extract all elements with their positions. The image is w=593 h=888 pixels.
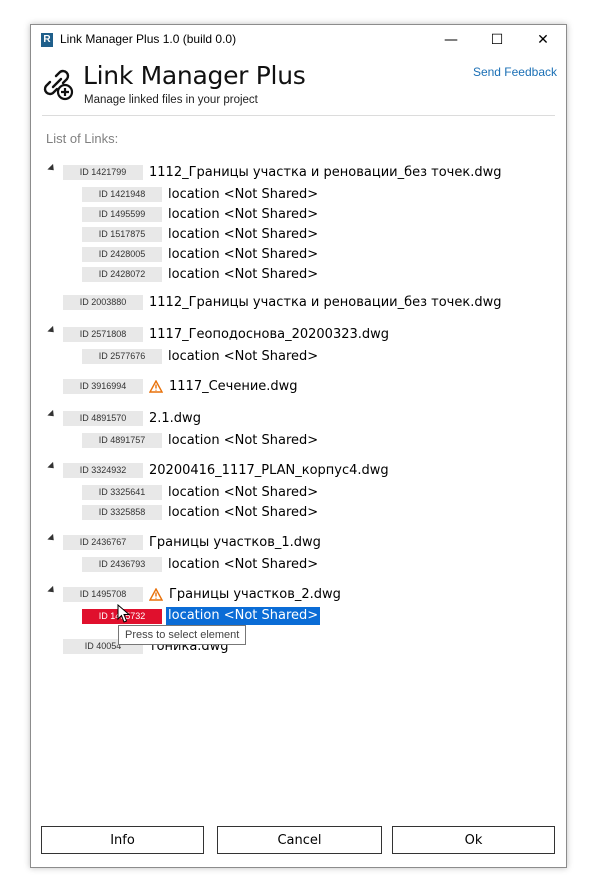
link-id-button[interactable]: ID 3916994 bbox=[63, 378, 143, 394]
instance-location-label: location <Not Shared> bbox=[166, 607, 321, 625]
link-id-button[interactable]: ID 3324932 bbox=[63, 462, 143, 478]
instance-location-label: location <Not Shared> bbox=[168, 432, 319, 448]
link-file-name: Границы участков_2.dwg bbox=[169, 586, 341, 602]
instance-row[interactable]: ID 2436793 location <Not Shared> bbox=[82, 555, 318, 573]
revit-app-icon: R bbox=[41, 33, 53, 47]
link-row[interactable]: ID 2571808 1117_Геоподоснова_20200323.dwg bbox=[47, 325, 390, 343]
instance-id-button[interactable]: ID 3325641 bbox=[82, 484, 162, 500]
link-add-icon bbox=[43, 69, 74, 101]
link-id-button[interactable]: ID 2003880 bbox=[63, 294, 143, 310]
link-file-name: 1117_Геоподоснова_20200323.dwg bbox=[149, 326, 390, 342]
instance-id-button[interactable]: ID 2428005 bbox=[82, 246, 162, 262]
minimize-button[interactable]: — bbox=[428, 25, 474, 55]
link-row[interactable]: ID 2003880 1112_Границы участка и реновац… bbox=[63, 293, 501, 311]
expand-arrow-icon[interactable] bbox=[47, 325, 57, 336]
tooltip: Press to select element bbox=[118, 625, 247, 645]
instance-location-label: location <Not Shared> bbox=[168, 556, 319, 572]
header-divider bbox=[42, 115, 555, 116]
link-row[interactable]: ID 4891570 2.1.dwg bbox=[47, 409, 201, 427]
link-row[interactable]: ID 3324932 20200416_1117_PLAN_корпус4.dwg bbox=[47, 461, 389, 479]
link-id-button[interactable]: ID 1495708 bbox=[63, 586, 143, 602]
instance-location-label: location <Not Shared> bbox=[168, 266, 319, 282]
instance-row[interactable]: ID 3325858 location <Not Shared> bbox=[82, 503, 318, 521]
instance-location-label: location <Not Shared> bbox=[168, 226, 319, 242]
link-row[interactable]: ID 1495708 Границы участков_2.dwg bbox=[47, 585, 341, 603]
expand-arrow-icon[interactable] bbox=[47, 409, 57, 420]
link-id-button[interactable]: ID 2571808 bbox=[63, 326, 143, 342]
send-feedback-link[interactable]: Send Feedback bbox=[473, 65, 557, 79]
instance-row[interactable]: ID 1517875 location <Not Shared> bbox=[82, 225, 318, 243]
link-file-name: 2.1.dwg bbox=[149, 410, 201, 426]
ok-button[interactable]: Ok bbox=[392, 826, 555, 854]
instance-row[interactable]: ID 2428005 location <Not Shared> bbox=[82, 245, 318, 263]
instance-id-button[interactable]: ID 1517875 bbox=[82, 226, 162, 242]
instance-id-button[interactable]: ID 2577676 bbox=[82, 348, 162, 364]
warning-icon bbox=[149, 379, 163, 393]
close-button[interactable]: ✕ bbox=[520, 25, 566, 55]
link-id-button[interactable]: ID 1421799 bbox=[63, 164, 143, 180]
mouse-cursor-icon bbox=[117, 604, 131, 623]
expand-arrow-icon[interactable] bbox=[47, 461, 57, 472]
instance-id-button[interactable]: ID 1421948 bbox=[82, 186, 162, 202]
link-row[interactable]: ID 1421799 1112_Границы участка и реновац… bbox=[47, 163, 502, 181]
link-id-button[interactable]: ID 2436767 bbox=[63, 534, 143, 550]
instance-id-button[interactable]: ID 4891757 bbox=[82, 432, 162, 448]
link-file-name: Границы участков_1.dwg bbox=[149, 534, 321, 550]
link-file-name: 1117_Сечение.dwg bbox=[169, 378, 298, 394]
instance-location-label: location <Not Shared> bbox=[168, 484, 319, 500]
instance-row[interactable]: ID 1421948 location <Not Shared> bbox=[82, 185, 318, 203]
header-title: Link Manager Plus bbox=[83, 61, 306, 90]
instance-row[interactable]: ID 3325641 location <Not Shared> bbox=[82, 483, 318, 501]
instance-location-label: location <Not Shared> bbox=[168, 246, 319, 262]
cancel-button[interactable]: Cancel bbox=[217, 826, 382, 854]
instance-id-button[interactable]: ID 2428072 bbox=[82, 266, 162, 282]
instance-row[interactable]: ID 2428072 location <Not Shared> bbox=[82, 265, 318, 283]
window-title: Link Manager Plus 1.0 (build 0.0) bbox=[60, 32, 237, 46]
link-row[interactable]: ID 3916994 1117_Сечение.dwg bbox=[63, 377, 298, 395]
instance-row[interactable]: ID 4891757 location <Not Shared> bbox=[82, 431, 318, 449]
link-id-button[interactable]: ID 4891570 bbox=[63, 410, 143, 426]
link-file-name: 1112_Границы участка и реновации_без точ… bbox=[149, 164, 502, 180]
maximize-button[interactable]: ☐ bbox=[474, 25, 520, 55]
link-row[interactable]: ID 2436767 Границы участков_1.dwg bbox=[47, 533, 321, 551]
expand-arrow-icon[interactable] bbox=[47, 163, 57, 174]
instance-location-label: location <Not Shared> bbox=[168, 348, 319, 364]
header-subtitle: Manage linked files in your project bbox=[84, 94, 258, 106]
info-button[interactable]: Info bbox=[41, 826, 204, 854]
expand-arrow-icon[interactable] bbox=[47, 585, 57, 596]
dialog-window: R Link Manager Plus 1.0 (build 0.0) — ☐ … bbox=[30, 24, 567, 868]
link-file-name: 1112_Границы участка и реновации_без точ… bbox=[149, 294, 502, 310]
warning-icon bbox=[149, 587, 163, 601]
instance-location-label: location <Not Shared> bbox=[168, 504, 319, 520]
expand-arrow-icon[interactable] bbox=[47, 533, 57, 544]
link-file-name: 20200416_1117_PLAN_корпус4.dwg bbox=[149, 462, 389, 478]
instance-row[interactable]: ID 2577676 location <Not Shared> bbox=[82, 347, 318, 365]
instance-id-button[interactable]: ID 2436793 bbox=[82, 556, 162, 572]
instance-id-button[interactable]: ID 1495599 bbox=[82, 206, 162, 222]
list-caption: List of Links: bbox=[46, 131, 119, 146]
instance-id-button[interactable]: ID 3325858 bbox=[82, 504, 162, 520]
instance-location-label: location <Not Shared> bbox=[168, 206, 319, 222]
instance-location-label: location <Not Shared> bbox=[168, 186, 319, 202]
instance-row[interactable]: ID 1495599 location <Not Shared> bbox=[82, 205, 318, 223]
title-bar[interactable]: R Link Manager Plus 1.0 (build 0.0) — ☐ … bbox=[31, 25, 566, 55]
